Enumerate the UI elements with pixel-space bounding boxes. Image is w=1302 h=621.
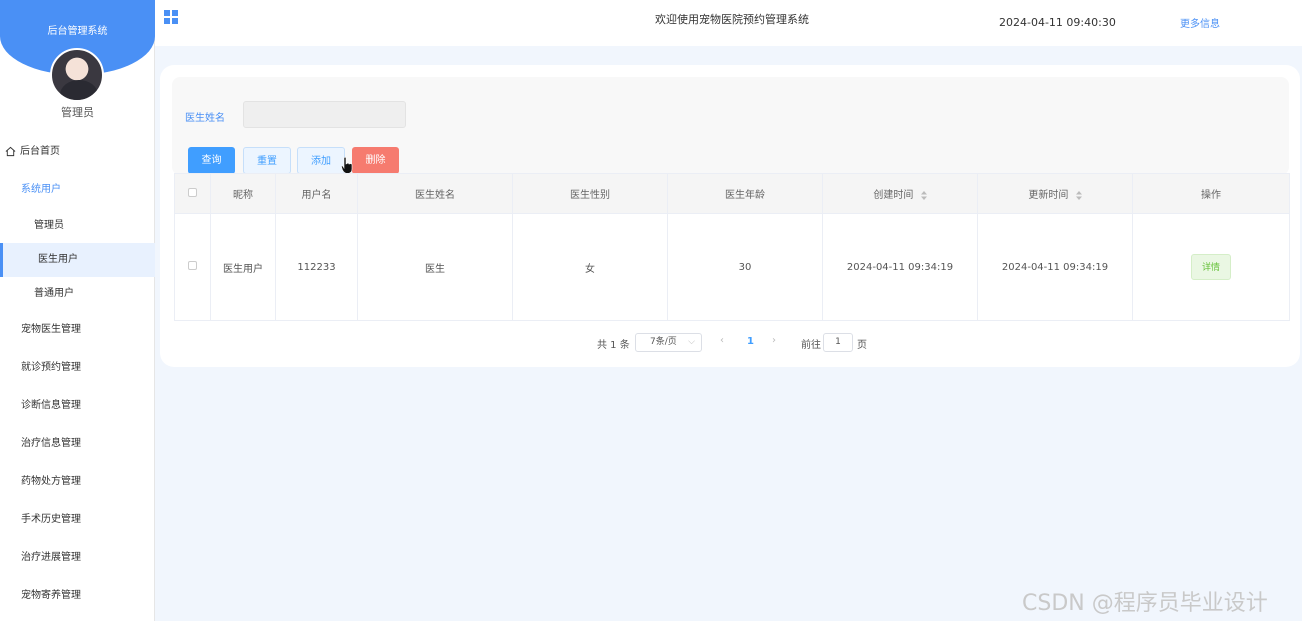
- hand-cursor-icon: [341, 157, 353, 174]
- goto-page-input[interactable]: 1: [823, 333, 853, 352]
- sidebar-item-prescription[interactable]: 药物处方管理: [0, 463, 155, 501]
- menu-grid-icon[interactable]: [164, 10, 178, 24]
- row-select-cell[interactable]: [174, 213, 211, 321]
- user-role: 管理员: [61, 106, 94, 119]
- goto-label: 前往: [801, 340, 821, 351]
- sidebar-menu: 后台首页 系统用户 管理员 医生用户 普通用户 宠物医生管理 就诊预约管理 诊断…: [0, 133, 155, 615]
- home-icon: [5, 146, 16, 157]
- cell-actions: 详情: [1132, 213, 1290, 321]
- delete-button[interactable]: 删除: [352, 147, 399, 174]
- watermark: CSDN @程序员毕业设计: [1022, 591, 1268, 616]
- pagination: 共 1 条 7条/页 ⌵ ‹ 1 › 前往 1 页: [160, 333, 1300, 353]
- sidebar-item-home[interactable]: 后台首页: [0, 133, 155, 171]
- sort-icon[interactable]: [1075, 190, 1082, 200]
- page-size-value: 7条/页: [650, 337, 677, 347]
- table-row: 医生用户 112233 医生 女 30 2024-04-11 09:34:19 …: [174, 213, 1290, 321]
- col-doctor-age: 医生年龄: [667, 173, 823, 214]
- doctor-name-input[interactable]: [243, 101, 406, 128]
- header-title: 欢迎使用宠物医院预约管理系统: [655, 13, 809, 26]
- col-username: 用户名: [275, 173, 358, 214]
- col-nickname: 昵称: [210, 173, 276, 214]
- doctor-users-table: 昵称 用户名 医生姓名 医生性别 医生年龄 创建时间 更新时间 操作 医生用户: [174, 173, 1290, 321]
- table-header-row: 昵称 用户名 医生姓名 医生性别 医生年龄 创建时间 更新时间 操作: [174, 173, 1290, 214]
- select-all-cell[interactable]: [174, 173, 211, 214]
- col-updated-time[interactable]: 更新时间: [977, 173, 1133, 214]
- sidebar-item-appointments[interactable]: 就诊预约管理: [0, 349, 155, 387]
- col-actions: 操作: [1132, 173, 1290, 214]
- col-updated-label: 更新时间: [1028, 190, 1069, 201]
- add-button[interactable]: 添加: [297, 147, 345, 174]
- page-number-current[interactable]: 1: [747, 336, 754, 347]
- sort-icon[interactable]: [920, 190, 927, 200]
- cell-created-time: 2024-04-11 09:34:19: [822, 213, 978, 321]
- sidebar-group-label: 系统用户: [21, 184, 61, 195]
- brand-title: 后台管理系统: [47, 26, 108, 37]
- cell-doctor-age: 30: [667, 213, 823, 321]
- doctor-name-label: 医生姓名: [185, 113, 225, 124]
- cell-doctor-gender: 女: [512, 213, 668, 321]
- col-created-time[interactable]: 创建时间: [822, 173, 978, 214]
- reset-button[interactable]: 重置: [243, 147, 291, 174]
- page-suffix: 页: [857, 340, 867, 351]
- row-checkbox[interactable]: [188, 261, 197, 270]
- sidebar-item-admin[interactable]: 管理员: [0, 209, 155, 243]
- header-clock: 2024-04-11 09:40:30: [999, 16, 1116, 29]
- sidebar-item-doctor-users[interactable]: 医生用户: [0, 243, 155, 277]
- sidebar-item-surgery-history[interactable]: 手术历史管理: [0, 501, 155, 539]
- avatar[interactable]: [50, 48, 104, 102]
- cell-doctor-name: 医生: [357, 213, 513, 321]
- sidebar-item-treatment-progress[interactable]: 治疗进展管理: [0, 539, 155, 577]
- page-size-select[interactable]: 7条/页 ⌵: [635, 333, 702, 352]
- content-card: 医生姓名 查询 重置 添加 删除 昵称 用户名 医生姓名 医生性别 医生年龄 创…: [160, 65, 1300, 367]
- top-header: 欢迎使用宠物医院预约管理系统 2024-04-11 09:40:30 更多信息: [155, 0, 1302, 46]
- prev-page-icon[interactable]: ‹: [720, 335, 724, 346]
- sidebar: 后台管理系统 管理员 后台首页 系统用户 管理员 医生用户 普通用户 宠物医生管…: [0, 0, 155, 621]
- col-created-label: 创建时间: [873, 190, 914, 201]
- sidebar-item-pet-boarding[interactable]: 宠物寄养管理: [0, 577, 155, 615]
- sidebar-item-pet-doctor[interactable]: 宠物医生管理: [0, 311, 155, 349]
- sidebar-item-normal-users[interactable]: 普通用户: [0, 277, 155, 311]
- cell-username: 112233: [275, 213, 358, 321]
- sidebar-item-diagnosis[interactable]: 诊断信息管理: [0, 387, 155, 425]
- next-page-icon[interactable]: ›: [772, 335, 776, 346]
- col-doctor-name: 医生姓名: [357, 173, 513, 214]
- cell-updated-time: 2024-04-11 09:34:19: [977, 213, 1133, 321]
- more-info-link[interactable]: 更多信息: [1180, 15, 1220, 30]
- col-doctor-gender: 医生性别: [512, 173, 668, 214]
- sidebar-group-system-users[interactable]: 系统用户: [0, 171, 155, 209]
- detail-button[interactable]: 详情: [1190, 254, 1231, 280]
- cell-nickname: 医生用户: [210, 213, 276, 321]
- sidebar-item-label: 后台首页: [20, 146, 60, 157]
- filter-panel: 医生姓名 查询 重置 添加 删除: [172, 77, 1289, 175]
- query-button[interactable]: 查询: [188, 147, 235, 174]
- pagination-total: 共 1 条: [597, 340, 630, 351]
- select-all-checkbox[interactable]: [188, 187, 197, 197]
- sidebar-item-treatment[interactable]: 治疗信息管理: [0, 425, 155, 463]
- chevron-down-icon: ⌵: [688, 337, 695, 347]
